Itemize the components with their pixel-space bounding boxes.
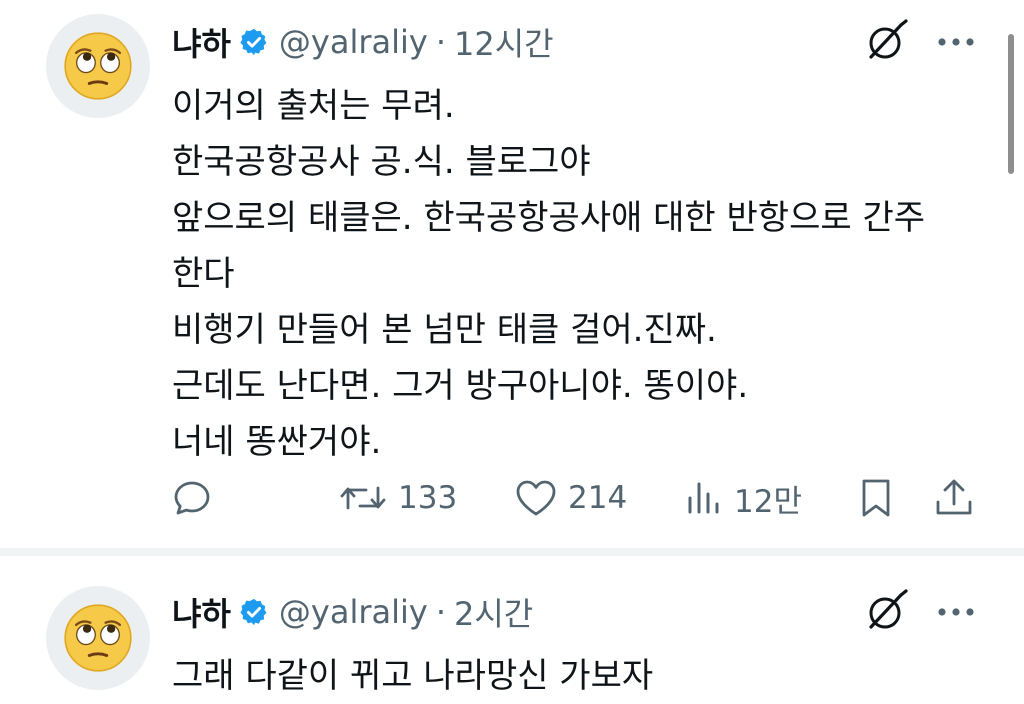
author-name[interactable]: 냐하 bbox=[172, 589, 231, 635]
face-with-rolling-eyes-emoji bbox=[64, 604, 132, 672]
more-icon[interactable] bbox=[930, 586, 982, 638]
scrollbar[interactable] bbox=[1008, 34, 1014, 174]
views-button[interactable]: 12만 bbox=[684, 472, 802, 524]
retweet-button[interactable]: 133 bbox=[338, 472, 457, 524]
timestamp[interactable]: 2시간 bbox=[454, 589, 533, 635]
share-icon bbox=[936, 479, 972, 515]
author-handle[interactable]: @yalraliy bbox=[279, 23, 428, 61]
retweet-icon bbox=[340, 486, 386, 510]
tweet-text: 그래 다같이 뀌고 나라망신 가보자 bbox=[172, 656, 654, 696]
like-button[interactable]: 214 bbox=[514, 472, 627, 524]
verified-badge-icon bbox=[239, 27, 269, 57]
tweet-text-line: 앞으로의 태클은. 한국공항공사애 대한 반항으로 간주 bbox=[172, 198, 926, 238]
reply-icon bbox=[174, 481, 210, 515]
face-with-rolling-eyes-emoji bbox=[64, 32, 132, 100]
tweet[interactable]: 냐하 @yalraliy · 2시간 그래 다같이 뀌고 나라망신 가보자 bbox=[0, 556, 1024, 700]
tweet-text-line: 너네 똥싼거야. bbox=[172, 422, 382, 462]
timestamp[interactable]: 12시간 bbox=[454, 19, 554, 65]
retweet-count: 133 bbox=[398, 480, 458, 516]
tweet-header: 냐하 @yalraliy · 2시간 bbox=[172, 590, 533, 634]
avatar[interactable] bbox=[46, 586, 150, 690]
bookmark-button[interactable] bbox=[856, 472, 896, 524]
tweet-text-line: 근데도 난다면. 그거 방구아니야. 똥이야. bbox=[172, 366, 749, 406]
bookmark-icon bbox=[862, 479, 890, 517]
tweet-text-line: 한다 bbox=[172, 254, 235, 294]
grok-icon[interactable] bbox=[860, 586, 912, 638]
share-button[interactable] bbox=[932, 472, 976, 524]
tweet-header: 냐하 @yalraliy · 12시간 bbox=[172, 20, 554, 64]
avatar[interactable] bbox=[46, 14, 150, 118]
author-handle[interactable]: @yalraliy bbox=[279, 593, 428, 631]
author-name[interactable]: 냐하 bbox=[172, 19, 231, 65]
views-icon bbox=[688, 482, 719, 514]
verified-badge-icon bbox=[239, 597, 269, 627]
like-count: 214 bbox=[568, 480, 628, 516]
tweet-divider bbox=[0, 548, 1024, 556]
tweet-text-line: 이거의 출처는 무려. bbox=[172, 86, 455, 126]
tweet-text: 이거의 출처는 무려. 한국공항공사 공.식. 블로그야 앞으로의 태클은. 한… bbox=[172, 78, 992, 470]
separator-dot: · bbox=[435, 593, 446, 631]
tweet-text-line: 비행기 만들어 본 넘만 태클 걸어.진짜. bbox=[172, 310, 717, 350]
tweet[interactable]: 냐하 @yalraliy · 12시간 이거의 출처는 무려. 한국공항공사 공… bbox=[0, 0, 1024, 548]
grok-icon[interactable] bbox=[860, 16, 912, 68]
reply-button[interactable] bbox=[172, 472, 212, 524]
more-icon[interactable] bbox=[930, 16, 982, 68]
views-count: 12만 bbox=[734, 483, 802, 520]
heart-icon bbox=[516, 480, 556, 516]
tweet-text-line: 한국공항공사 공.식. 블로그야 bbox=[172, 142, 591, 182]
separator-dot: · bbox=[435, 23, 446, 61]
